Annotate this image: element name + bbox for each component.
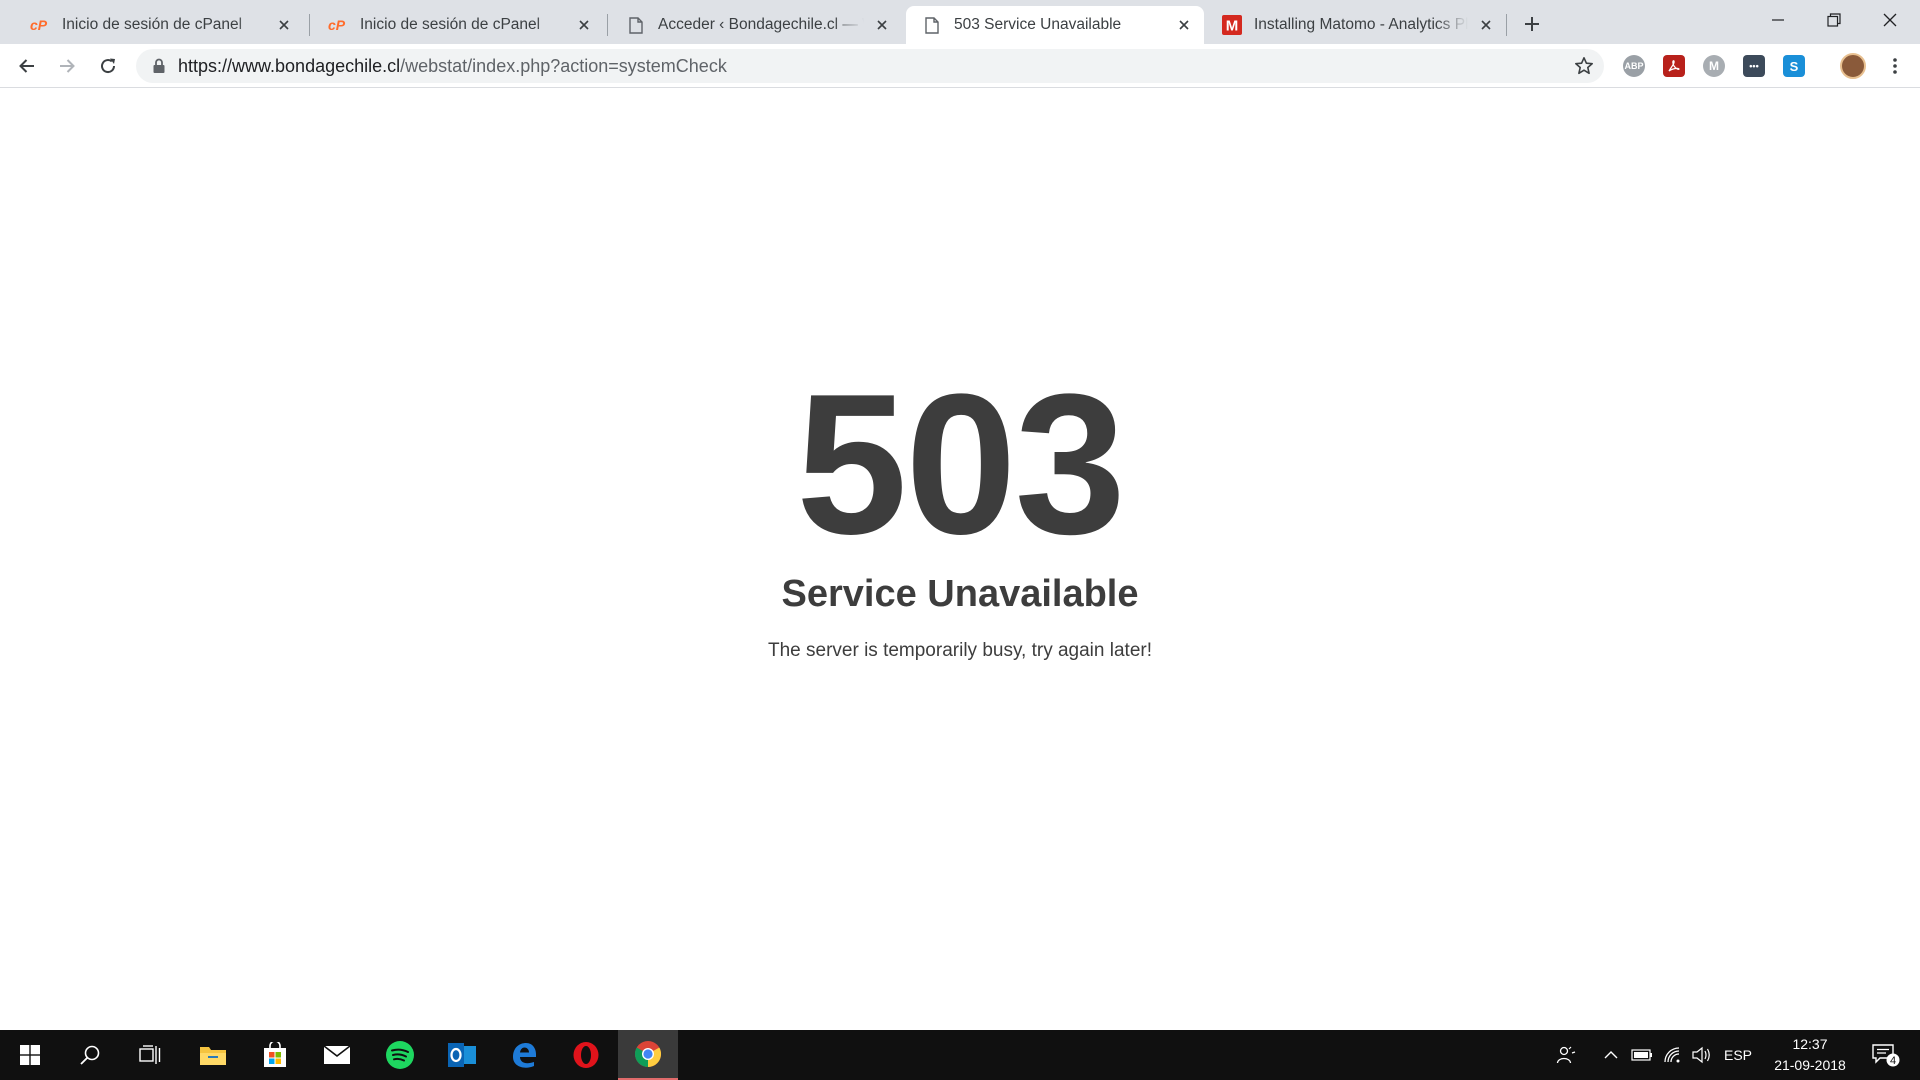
chevron-up-icon[interactable] — [1600, 1030, 1622, 1080]
clock[interactable]: 12:37 21-09-2018 — [1760, 1034, 1860, 1076]
windows-taskbar: ESP 12:37 21-09-2018 4 — [0, 1030, 1920, 1080]
people-icon[interactable] — [1552, 1030, 1580, 1080]
chrome-icon — [634, 1041, 662, 1068]
outlook-icon — [448, 1043, 476, 1067]
skype-icon[interactable]: S — [1783, 55, 1805, 77]
search-icon — [80, 1045, 100, 1065]
clock-date: 21-09-2018 — [1774, 1057, 1846, 1073]
start-icon — [20, 1045, 40, 1065]
cpanel-icon: cP — [328, 15, 348, 35]
search-button[interactable] — [60, 1030, 120, 1080]
arrow-left-icon — [19, 59, 34, 73]
store-icon — [264, 1042, 286, 1067]
svg-text:cP: cP — [30, 18, 48, 32]
tab-title: 503 Service Unavailable — [954, 16, 1122, 33]
language-indicator[interactable]: ESP — [1720, 1030, 1756, 1080]
tab-503-active[interactable]: 503 Service Unavailable — [906, 6, 1204, 44]
acrobat-icon[interactable] — [1663, 55, 1685, 77]
close-window-button[interactable] — [1862, 0, 1918, 40]
opera-button[interactable] — [556, 1030, 616, 1080]
tab-title: Installing Matomo - Analytics Platform — [1254, 16, 1468, 33]
error-heading: Service Unavailable — [781, 573, 1139, 615]
volume-icon[interactable] — [1690, 1030, 1714, 1080]
mail-icon — [323, 1045, 351, 1064]
mail-button[interactable] — [307, 1030, 367, 1080]
tab-cpanel-1[interactable]: cP Inicio de sesión de cPanel — [14, 6, 304, 44]
start-button[interactable] — [0, 1030, 60, 1080]
edge-button[interactable] — [494, 1030, 554, 1080]
page-content: 503 Service Unavailable The server is te… — [0, 89, 1920, 1030]
opera-icon — [573, 1042, 599, 1068]
battery-icon[interactable] — [1630, 1030, 1654, 1080]
close-icon[interactable] — [1174, 15, 1194, 35]
tab-separator — [309, 14, 310, 36]
file-explorer-icon — [200, 1047, 226, 1065]
svg-text:M: M — [1226, 18, 1239, 35]
tab-title: Inicio de sesión de cPanel — [360, 16, 541, 33]
plus-icon — [1525, 17, 1539, 31]
restore-icon — [1827, 13, 1841, 27]
svg-text:cP: cP — [328, 18, 346, 32]
matomo-icon: M — [1222, 15, 1242, 35]
kebab-menu-icon — [1893, 58, 1897, 74]
wifi-icon[interactable] — [1660, 1030, 1684, 1080]
avatar[interactable] — [1840, 53, 1866, 79]
close-icon — [1883, 13, 1897, 27]
tab-separator — [1506, 14, 1507, 36]
error-message: The server is temporarily busy, try agai… — [767, 640, 1152, 661]
spotify-icon — [386, 1041, 414, 1069]
spotify-button[interactable] — [370, 1030, 430, 1080]
page-icon — [922, 15, 942, 35]
forward-button[interactable] — [51, 50, 83, 82]
cpanel-icon: cP — [30, 15, 50, 35]
page-icon — [626, 15, 646, 35]
url-host: https://www.bondagechile.cl — [178, 56, 401, 76]
close-icon[interactable] — [574, 15, 594, 35]
menu-button[interactable] — [1879, 50, 1911, 82]
arrow-right-icon — [60, 59, 75, 73]
browser-toolbar: https://www.bondagechile.cl/webstat/inde… — [0, 44, 1920, 88]
lock-icon — [152, 58, 168, 74]
task-view-icon — [139, 1045, 161, 1064]
reload-icon — [101, 58, 116, 74]
close-icon[interactable] — [1476, 15, 1496, 35]
edge-icon — [513, 1043, 536, 1068]
tab-title: Acceder ‹ Bondagechile.cl — WordPress — [658, 16, 864, 33]
chrome-button[interactable] — [618, 1030, 678, 1080]
metamask-icon[interactable]: M — [1703, 55, 1725, 77]
close-icon[interactable] — [274, 15, 294, 35]
task-view-button[interactable] — [120, 1030, 180, 1080]
url-text: https://www.bondagechile.cl/webstat/inde… — [178, 49, 727, 83]
tab-matomo[interactable]: M Installing Matomo - Analytics Platform — [1206, 6, 1506, 44]
store-button[interactable] — [245, 1030, 305, 1080]
tab-separator — [607, 14, 608, 36]
back-button[interactable] — [11, 50, 43, 82]
url-path: /webstat/index.php?action=systemCheck — [400, 56, 727, 76]
tab-title: Inicio de sesión de cPanel — [62, 16, 243, 33]
minimize-button[interactable] — [1750, 0, 1806, 40]
tab-cpanel-2[interactable]: cP Inicio de sesión de cPanel — [312, 6, 604, 44]
error-code: 503 — [796, 353, 1126, 576]
notification-icon: 4 — [1872, 1044, 1900, 1067]
close-icon[interactable] — [872, 15, 892, 35]
restore-button[interactable] — [1806, 0, 1862, 40]
bookmark-star-icon[interactable] — [1572, 54, 1596, 78]
minimize-icon — [1772, 19, 1784, 21]
tab-wordpress[interactable]: Acceder ‹ Bondagechile.cl — WordPress — [610, 6, 902, 44]
abp-icon[interactable]: ABP — [1623, 55, 1645, 77]
address-bar[interactable]: https://www.bondagechile.cl/webstat/inde… — [136, 49, 1604, 83]
new-tab-button[interactable] — [1516, 8, 1548, 40]
action-center-button[interactable]: 4 — [1868, 1030, 1904, 1080]
password-manager-icon[interactable]: ••• — [1743, 55, 1765, 77]
tab-strip: cP Inicio de sesión de cPanel cP Inicio … — [0, 0, 1920, 44]
reload-button[interactable] — [92, 50, 124, 82]
file-explorer-button[interactable] — [183, 1030, 243, 1080]
notification-count: 4 — [1890, 1055, 1896, 1067]
clock-time: 12:37 — [1792, 1036, 1828, 1052]
outlook-button[interactable] — [432, 1030, 492, 1080]
